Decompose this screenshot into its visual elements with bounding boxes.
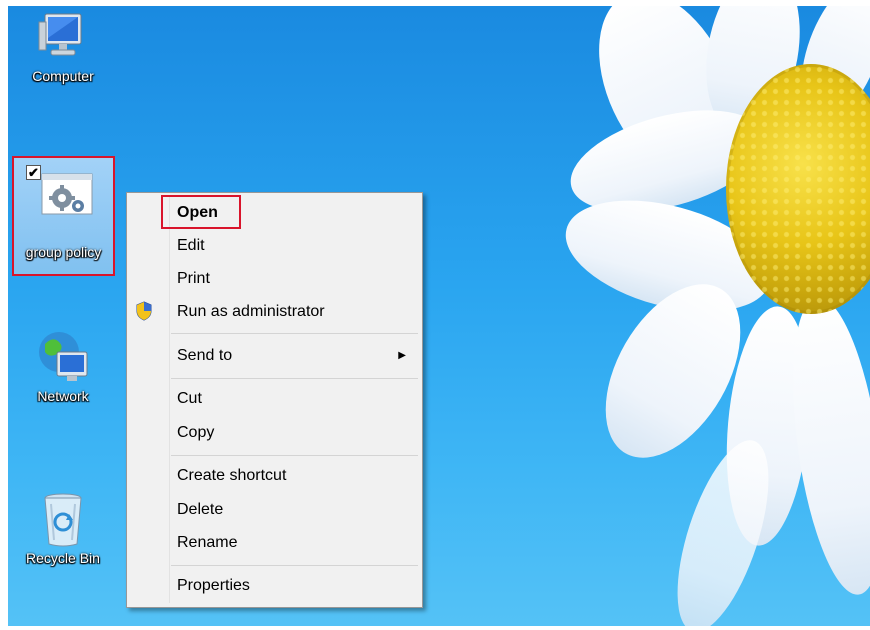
desktop-icon-group-policy[interactable]: ✔ group policy — [12, 156, 115, 276]
desktop-icon-network[interactable]: Network — [8, 328, 118, 404]
desktop-icon-label: group policy — [25, 244, 102, 260]
menu-item-send-to[interactable]: Send to ▶ — [171, 342, 418, 370]
desktop-icon-computer[interactable]: Computer — [8, 8, 118, 84]
recycle-bin-icon — [35, 490, 91, 547]
context-menu: Open Edit Print Run as administrator Sen… — [126, 192, 423, 608]
menu-item-delete[interactable]: Delete — [171, 496, 418, 524]
submenu-arrow-icon: ▶ — [398, 350, 406, 361]
menu-item-properties[interactable]: Properties — [171, 572, 418, 600]
menu-item-copy[interactable]: Copy — [171, 419, 418, 447]
computer-icon — [35, 8, 91, 64]
network-icon — [35, 328, 91, 384]
menu-item-create-shortcut[interactable]: Create shortcut — [171, 462, 418, 490]
menu-separator — [171, 455, 418, 456]
menu-item-label: Send to — [177, 347, 233, 364]
menu-item-cut[interactable]: Cut — [171, 385, 418, 413]
menu-separator — [171, 333, 418, 334]
gear-document-icon — [36, 170, 93, 220]
menu-item-open[interactable]: Open — [171, 199, 418, 227]
menu-item-rename[interactable]: Rename — [171, 529, 418, 557]
menu-item-edit[interactable]: Edit — [171, 232, 418, 260]
menu-separator — [171, 565, 418, 566]
menu-item-run-as-administrator[interactable]: Run as administrator — [171, 298, 418, 326]
menu-item-print[interactable]: Print — [171, 265, 418, 293]
desktop: Computer ✔ group policy Network Recycle … — [8, 6, 870, 626]
desktop-icon-recycle-bin[interactable]: Recycle Bin — [8, 490, 118, 566]
menu-separator — [171, 378, 418, 379]
uac-shield-icon — [136, 301, 152, 321]
